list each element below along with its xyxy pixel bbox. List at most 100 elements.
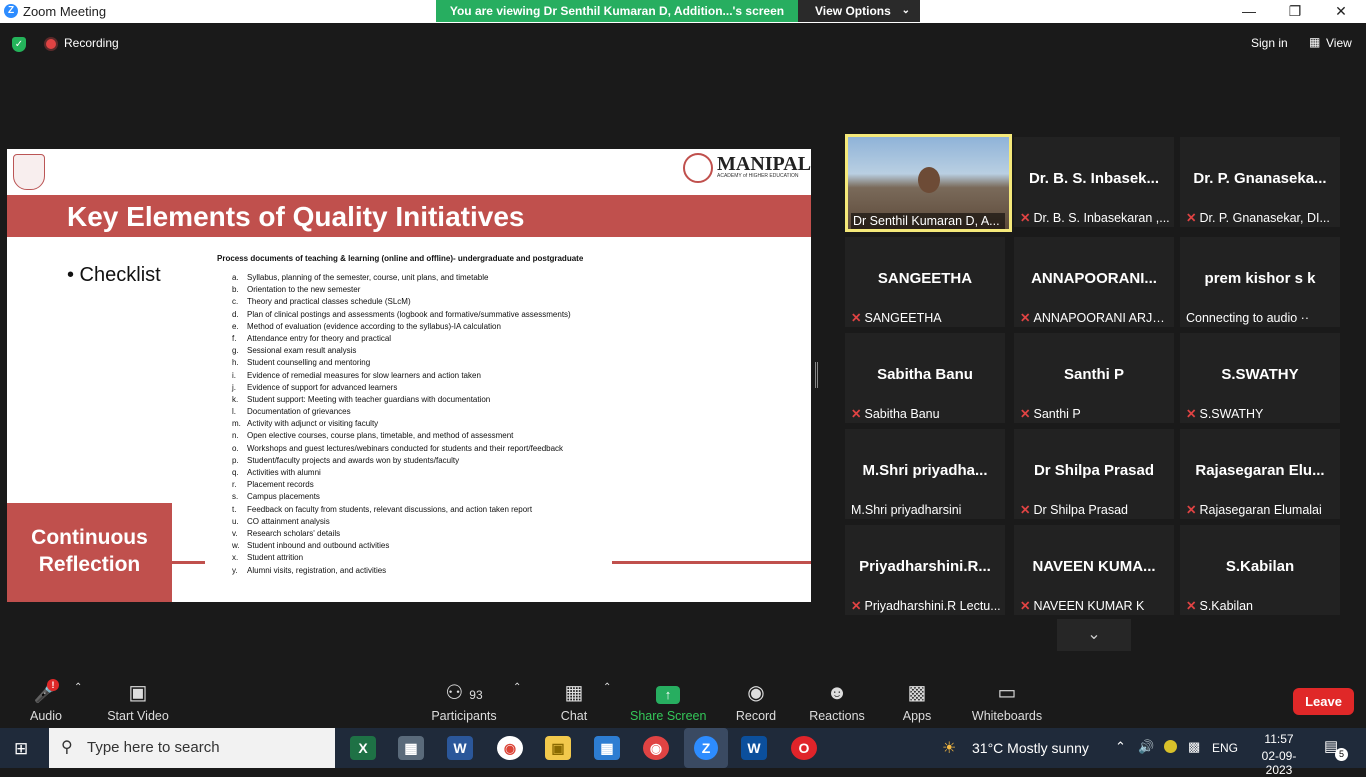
participant-name: Dr Shilpa Prasad xyxy=(1033,462,1155,479)
chrome-app-icon[interactable]: ◉ xyxy=(497,736,523,760)
maximize-button[interactable]: ❐ xyxy=(1272,0,1318,23)
view-button[interactable]: View xyxy=(1326,36,1352,50)
muted-mic-icon: ✕ xyxy=(1020,503,1031,517)
participant-label: ✕ Sabitha Banu xyxy=(851,406,1001,421)
participant-name: ANNAPOORANI... xyxy=(1031,270,1157,287)
share-screen-button[interactable]: ↑ Share Screen xyxy=(630,680,706,723)
checklist-item: d. Plan of clinical postings and assessme… xyxy=(232,309,571,321)
participant-tile[interactable]: Priyadharshini.R... ✕ Priyadharshini.R Lec… xyxy=(845,525,1005,615)
participant-name: NAVEEN KUMA... xyxy=(1032,558,1156,575)
chevron-down-icon[interactable]: ⌄ xyxy=(1057,619,1131,651)
muted-mic-icon: ✕ xyxy=(851,599,862,613)
start-video-button[interactable]: ▣ Start Video xyxy=(104,680,172,723)
shield-icon[interactable]: ✓ xyxy=(12,37,26,52)
participant-tile[interactable]: Dr Senthil Kumaran D, A... xyxy=(845,134,1012,232)
chat-button[interactable]: ▦ Chat xyxy=(555,680,593,723)
view-options-button[interactable]: View Options ⌄ xyxy=(798,0,920,22)
slide-list-heading: Process documents of teaching & learning… xyxy=(217,254,584,263)
minimize-button[interactable]: — xyxy=(1226,0,1272,23)
participant-tile[interactable]: SANGEETHA ✕ SANGEETHA xyxy=(845,237,1005,327)
browser-app-icon[interactable]: ◉ xyxy=(643,736,669,760)
weather-text[interactable]: 31°C Mostly sunny xyxy=(972,740,1089,756)
checklist-item-text: Documentation of grievances xyxy=(247,407,351,417)
taskbar-search-box[interactable]: ⚲ Type here to search xyxy=(49,728,335,768)
meeting-toolbar: 🎤 Audio ! ⌃ ▣ Start Video ⚇ 93 Participan… xyxy=(0,672,1366,728)
opera-app-icon[interactable]: O xyxy=(791,736,817,760)
checklist-item-text: Research scholars' details xyxy=(247,528,341,538)
participant-label-text: Dr. B. S. Inbasekaran ,... xyxy=(1033,211,1170,225)
participant-tile[interactable]: ANNAPOORANI... ✕ ANNAPOORANI ARJU... xyxy=(1014,237,1174,327)
chevron-up-icon[interactable]: ⌃ xyxy=(1115,739,1126,755)
audio-options-caret[interactable]: ⌃ xyxy=(74,682,82,693)
windows-start-icon[interactable]: ⊞ xyxy=(14,739,28,759)
participant-name: S.SWATHY xyxy=(1221,366,1299,383)
clock-time[interactable]: 11:57 xyxy=(1249,732,1309,746)
checklist-item-text: Syllabus, planning of the semester, cour… xyxy=(247,273,489,282)
participant-tile[interactable]: Dr Shilpa Prasad ✕ Dr Shilpa Prasad xyxy=(1014,429,1174,519)
microphone-muted-icon: 🎤 xyxy=(33,682,59,704)
file-explorer-app-icon[interactable]: ▣ xyxy=(545,736,571,760)
apps-icon: ▩ xyxy=(907,682,927,704)
checklist-item-key: t. xyxy=(232,504,237,514)
participant-label: ✕ S.Kabilan xyxy=(1186,598,1336,613)
muted-mic-icon: ✕ xyxy=(1186,599,1197,613)
muted-mic-icon: ✕ xyxy=(1020,211,1031,225)
participants-button[interactable]: ⚇ 93 Participants xyxy=(430,680,498,723)
weather-icon: ☀ xyxy=(942,740,957,757)
excel-app-icon[interactable]: X xyxy=(350,736,376,760)
checklist-item-text: Student/faculty projects and awards won … xyxy=(247,455,460,465)
view-options-label: View Options xyxy=(815,4,891,18)
participant-name: Dr. P. Gnanaseka... xyxy=(1193,170,1327,187)
participant-name: Rajasegaran Elu... xyxy=(1195,462,1325,479)
checklist-item-text: Placement records xyxy=(247,480,314,490)
participant-tile[interactable]: Dr. B. S. Inbasek... ✕ Dr. B. S. Inbasekar… xyxy=(1014,137,1174,227)
close-button[interactable]: ✕ xyxy=(1318,0,1364,23)
participant-label: ✕ Dr. P. Gnanasekar, DI... xyxy=(1186,210,1336,225)
participant-tile[interactable]: Rajasegaran Elu... ✕ Rajasegaran Elumalai xyxy=(1180,429,1340,519)
zoom-taskbar-button[interactable]: Z xyxy=(684,728,728,768)
word-app-icon[interactable]: W xyxy=(447,736,473,760)
checklist-item-key: y. xyxy=(232,565,238,575)
volume-icon[interactable]: 🔊 xyxy=(1138,739,1154,755)
slide-bullet: • Checklist xyxy=(67,264,161,286)
checklist-item: w. Student inbound and outbound activitie… xyxy=(232,540,571,552)
reactions-button[interactable]: ☻ Reactions xyxy=(808,680,866,723)
network-icon[interactable]: ▩ xyxy=(1188,739,1200,755)
webex-app-icon[interactable]: W xyxy=(741,736,767,760)
whiteboards-button[interactable]: ▭ Whiteboards xyxy=(970,680,1044,723)
calculator-app-icon[interactable]: ▦ xyxy=(398,736,424,760)
participant-tile[interactable]: M.Shri priyadha... M.Shri priyadharsini xyxy=(845,429,1005,519)
participant-label-text: Connecting to audio ·· xyxy=(1186,311,1309,325)
panel-resize-handle[interactable] xyxy=(815,362,818,388)
status-tray-icon[interactable] xyxy=(1164,740,1177,753)
chat-options-caret[interactable]: ⌃ xyxy=(603,682,611,693)
apps-button[interactable]: ▩ Apps xyxy=(898,680,936,723)
sign-in-button[interactable]: Sign in xyxy=(1251,36,1288,50)
checklist-item-key: m. xyxy=(232,419,241,429)
participant-tile[interactable]: Santhi P ✕ Santhi P xyxy=(1014,333,1174,423)
participant-label-text: S.SWATHY xyxy=(1199,407,1264,421)
checklist-item: l. Documentation of grievances xyxy=(232,406,571,418)
audio-button[interactable]: 🎤 Audio xyxy=(22,680,70,723)
language-indicator[interactable]: ENG xyxy=(1212,741,1238,755)
participant-label-text: S.Kabilan xyxy=(1199,599,1253,613)
checklist-item-text: Evidence of support for advanced learner… xyxy=(247,382,398,392)
participant-tile[interactable]: S.SWATHY ✕ S.SWATHY xyxy=(1180,333,1340,423)
clock-date[interactable]: 02-09-2023 xyxy=(1249,749,1309,777)
participant-tile[interactable]: NAVEEN KUMA... ✕ NAVEEN KUMAR K xyxy=(1014,525,1174,615)
participant-tile[interactable]: Dr. P. Gnanaseka... ✕ Dr. P. Gnanasekar, D… xyxy=(1180,137,1340,227)
record-icon: ◉ xyxy=(747,682,765,704)
leave-button[interactable]: Leave xyxy=(1293,688,1354,715)
control-panel-app-icon[interactable]: ▦ xyxy=(594,736,620,760)
slide-title: Key Elements of Quality Initiatives xyxy=(67,201,525,232)
record-button[interactable]: ◉ Record xyxy=(734,680,778,723)
participant-tile[interactable]: prem kishor s k Connecting to audio ·· xyxy=(1180,237,1340,327)
checklist-item-key: r. xyxy=(232,480,237,490)
checklist-item-text: Open elective courses, course plans, tim… xyxy=(247,431,514,441)
divider-line xyxy=(172,561,205,564)
participant-tile[interactable]: Sabitha Banu ✕ Sabitha Banu xyxy=(845,333,1005,423)
participant-tile[interactable]: S.Kabilan ✕ S.Kabilan xyxy=(1180,525,1340,615)
notifications-count: 5 xyxy=(1335,748,1348,761)
participants-options-caret[interactable]: ⌃ xyxy=(513,682,521,693)
checklist-item-text: Campus placements xyxy=(247,492,320,502)
